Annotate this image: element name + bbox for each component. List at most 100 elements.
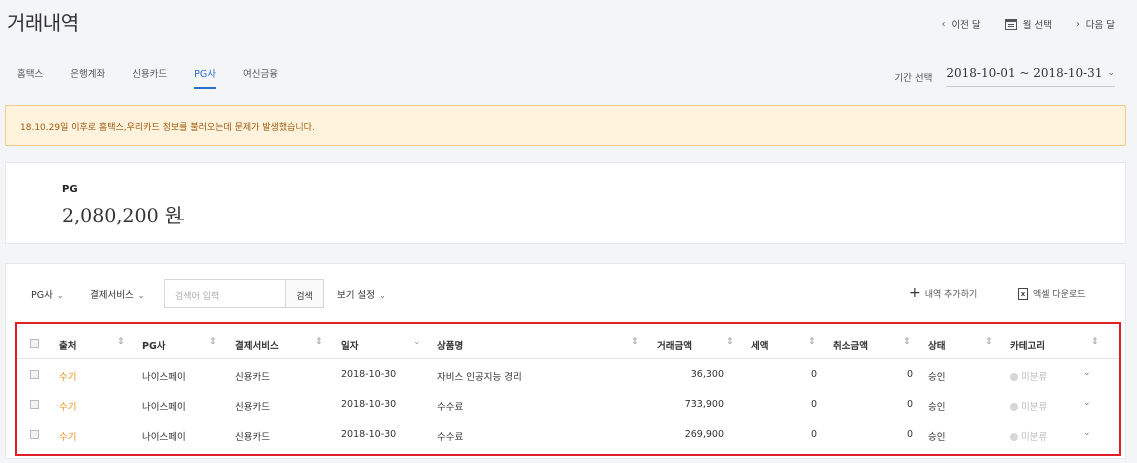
column-header-status[interactable]: 상태: [928, 338, 945, 352]
chevron-left-icon: ‹: [941, 18, 946, 30]
tab-credit-finance[interactable]: 여신금융: [243, 66, 278, 89]
sort-icon[interactable]: ⇕: [726, 337, 734, 347]
row-source-link[interactable]: 수기: [59, 399, 76, 413]
transactions-card: PG사 ⌄ 결제서비스 ⌄ 검색어 입력 검색 보기 설정 ⌄ + 내역 추가하기 x…: [5, 263, 1126, 459]
chevron-down-icon: ⌄: [378, 291, 386, 300]
excel-download-button[interactable]: x 엑셀 다운로드: [1018, 287, 1086, 300]
row-cancel: 0: [907, 399, 914, 410]
tab-credit-card[interactable]: 신용카드: [132, 66, 167, 89]
error-alert: 18.10.29일 이후로 홈택스,우리카드 정보를 불러오는데 문제가 발생했…: [5, 105, 1126, 146]
next-month-label: 다음 달: [1085, 20, 1115, 31]
sort-icon[interactable]: ⇕: [631, 337, 639, 347]
row-amount: 733,900: [684, 399, 724, 410]
period-selector: 기간 선택 2018-10-01 ~ 2018-10-31 ⌄: [894, 66, 1115, 87]
row-tax: 0: [811, 429, 818, 440]
sort-icon[interactable]: ⇕: [903, 337, 911, 347]
chevron-down-icon[interactable]: ⌄: [1083, 428, 1091, 438]
chevron-down-icon[interactable]: ⌄: [1083, 368, 1091, 378]
row-status: 승인: [928, 372, 946, 383]
sort-icon[interactable]: ⇕: [315, 337, 323, 347]
column-header-tax[interactable]: 세액: [751, 338, 768, 352]
category-dot-icon: [1010, 433, 1018, 441]
row-tax: 0: [811, 399, 818, 410]
row-amount: 269,900: [684, 429, 724, 440]
tab-hometax[interactable]: 홈택스: [17, 66, 43, 89]
column-header-date[interactable]: 일자: [341, 338, 358, 352]
period-value: 2018-10-01 ~ 2018-10-31: [946, 66, 1103, 80]
next-month-button[interactable]: › 다음 달: [1075, 17, 1115, 32]
transactions-table: 출처 ⇕ PG사 ⇕ 결제서비스 ⇕ 일자 ⌄ 상품명 ⇕ 거래금액 ⇕ 세액 …: [15, 322, 1121, 456]
column-header-category[interactable]: 카테고리: [1010, 338, 1045, 352]
add-entry-button[interactable]: + 내역 추가하기: [909, 285, 978, 301]
row-cancel: 0: [907, 369, 914, 380]
prev-month-button[interactable]: ‹ 이전 달: [941, 17, 981, 32]
page-header: 거래내역 ‹ 이전 달 월 선택 › 다음 달 홈택스 은행계좌 신용카드 PG…: [0, 0, 1137, 100]
row-service: 신용카드: [235, 402, 270, 413]
table-row[interactable]: 수기 나이스페이 신용카드 2018-10-30 수수료 269,900 0 0…: [17, 421, 1119, 450]
row-status: 승인: [928, 432, 946, 443]
excel-icon: x: [1018, 287, 1028, 300]
row-status: 승인: [928, 402, 946, 413]
category-badge[interactable]: 미분류: [1010, 399, 1047, 413]
row-date: 2018-10-30: [341, 369, 397, 380]
pg-filter-label: PG사: [31, 290, 53, 301]
month-select-button[interactable]: 월 선택: [1004, 17, 1052, 31]
column-header-pg[interactable]: PG사: [142, 338, 166, 352]
summary-label: PG: [62, 184, 78, 195]
row-date: 2018-10-30: [341, 399, 397, 410]
sort-icon[interactable]: ⇕: [117, 337, 125, 347]
pg-filter-dropdown[interactable]: PG사 ⌄: [31, 287, 64, 301]
column-header-source[interactable]: 출처: [59, 338, 76, 352]
chevron-right-icon: ›: [1075, 18, 1080, 30]
row-source-link[interactable]: 수기: [59, 429, 76, 443]
add-entry-label: 내역 추가하기: [924, 290, 978, 300]
category-label: 미분류: [1021, 432, 1048, 443]
category-dot-icon: [1010, 403, 1018, 411]
sort-icon[interactable]: ⇕: [985, 337, 993, 347]
chevron-down-icon: ⌄: [137, 291, 145, 300]
table-row[interactable]: 수기 나이스페이 신용카드 2018-10-30 자비스 인공지능 경리 36,…: [17, 361, 1119, 390]
row-checkbox[interactable]: [30, 370, 39, 379]
table-header-row: 출처 ⇕ PG사 ⇕ 결제서비스 ⇕ 일자 ⌄ 상품명 ⇕ 거래금액 ⇕ 세액 …: [17, 330, 1119, 359]
plus-icon: +: [909, 285, 921, 301]
page-title: 거래내역: [7, 11, 79, 35]
sort-icon[interactable]: ⇕: [1091, 337, 1099, 347]
row-cancel: 0: [907, 429, 914, 440]
sort-icon[interactable]: ⇕: [209, 337, 217, 347]
collapse-icon[interactable]: [177, 219, 184, 220]
excel-download-label: 엑셀 다운로드: [1033, 290, 1086, 300]
row-checkbox[interactable]: [30, 400, 39, 409]
column-header-amount[interactable]: 거래금액: [657, 338, 692, 352]
category-badge[interactable]: 미분류: [1010, 429, 1047, 443]
search-input[interactable]: 검색어 입력: [164, 279, 286, 308]
column-header-service[interactable]: 결제서비스: [235, 338, 279, 352]
row-service: 신용카드: [235, 432, 270, 443]
prev-month-label: 이전 달: [951, 20, 981, 31]
sort-desc-icon[interactable]: ⌄: [413, 337, 421, 347]
calendar-icon: [1004, 18, 1017, 30]
view-settings-label: 보기 설정: [337, 290, 375, 301]
row-date: 2018-10-30: [341, 429, 397, 440]
chevron-down-icon: ⌄: [1107, 68, 1115, 78]
search-button[interactable]: 검색: [285, 279, 324, 308]
category-label: 미분류: [1021, 402, 1048, 413]
service-filter-label: 결제서비스: [90, 290, 134, 301]
select-all-checkbox[interactable]: [30, 339, 39, 348]
row-pg: 나이스페이: [142, 372, 186, 383]
row-pg: 나이스페이: [142, 432, 186, 443]
category-badge[interactable]: 미분류: [1010, 369, 1047, 383]
row-source-link[interactable]: 수기: [59, 369, 76, 383]
tab-pg[interactable]: PG사: [194, 66, 217, 89]
row-product: 수수료: [437, 432, 464, 443]
period-dropdown[interactable]: 2018-10-01 ~ 2018-10-31 ⌄: [946, 66, 1115, 87]
summary-card: PG 2,080,200 원: [5, 162, 1126, 244]
service-filter-dropdown[interactable]: 결제서비스 ⌄: [90, 287, 144, 301]
column-header-cancel[interactable]: 취소금액: [833, 338, 868, 352]
row-checkbox[interactable]: [30, 430, 39, 439]
sort-icon[interactable]: ⇕: [808, 337, 816, 347]
tab-bank-account[interactable]: 은행계좌: [70, 66, 105, 89]
view-settings-dropdown[interactable]: 보기 설정 ⌄: [337, 287, 386, 301]
table-row[interactable]: 수기 나이스페이 신용카드 2018-10-30 수수료 733,900 0 0…: [17, 391, 1119, 420]
chevron-down-icon[interactable]: ⌄: [1083, 398, 1091, 408]
column-header-product[interactable]: 상품명: [437, 338, 463, 352]
